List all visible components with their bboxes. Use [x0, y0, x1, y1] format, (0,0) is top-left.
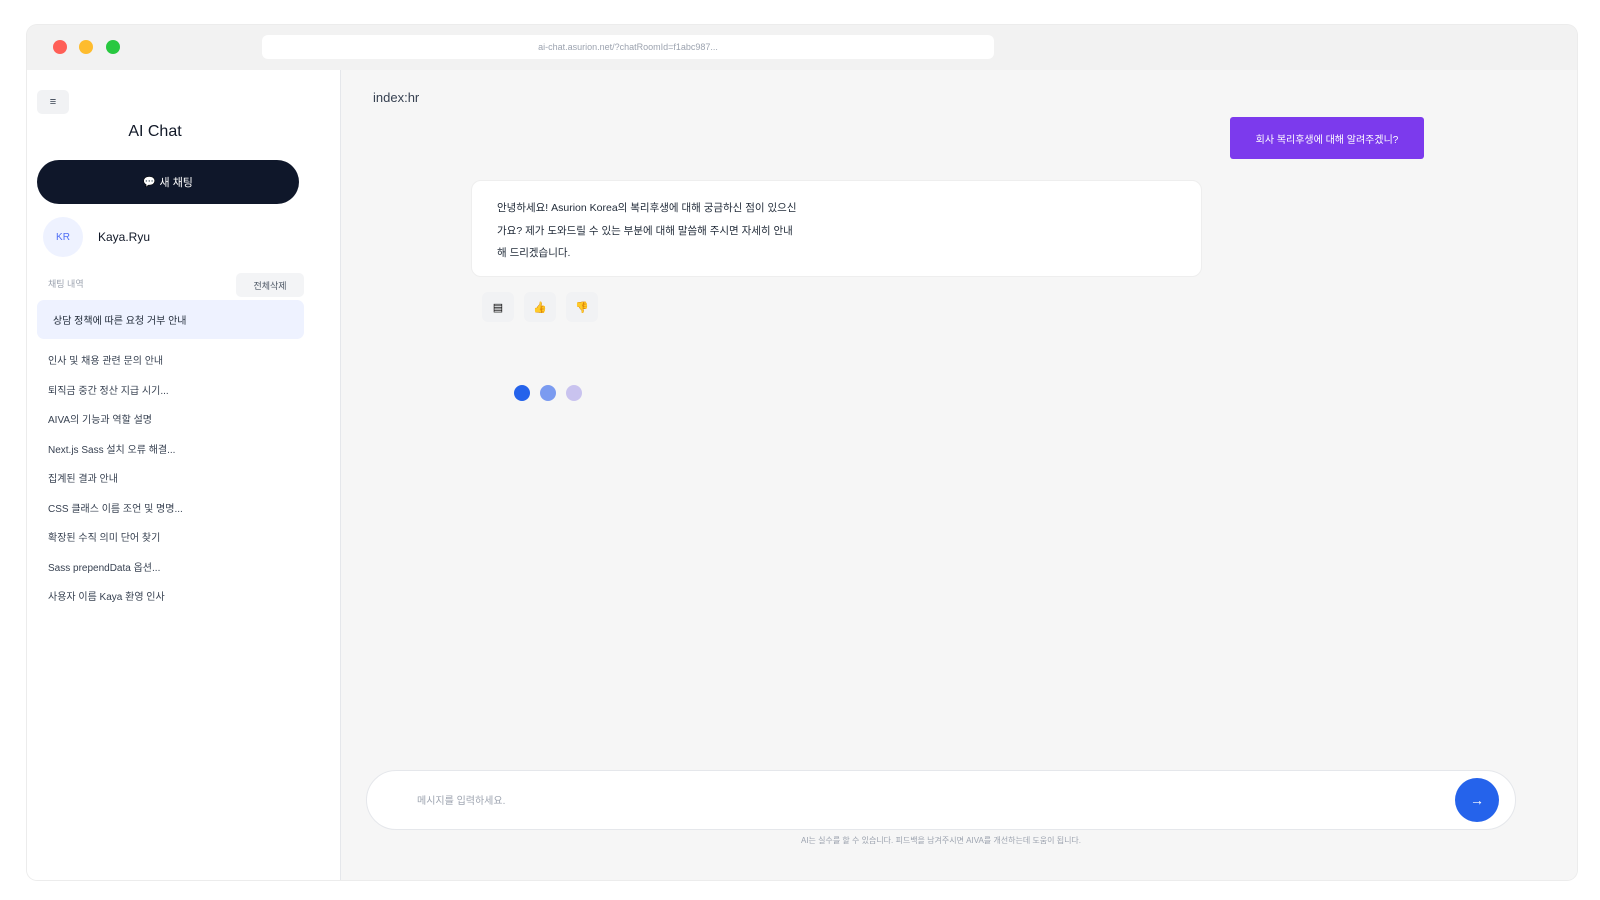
copy-icon: ▤ [492, 301, 504, 314]
history-item[interactable]: CSS 클래스 이름 조언 및 명명... [48, 493, 308, 523]
user-name: Kaya.Ryu [98, 230, 151, 244]
address-bar[interactable]: ai-chat.asurion.net/?chatRoomId=f1abc987… [262, 35, 994, 59]
new-chat-label: 새 채팅 [159, 177, 193, 189]
thumbs-down-icon: 👎 [575, 301, 589, 314]
message-actions: ▤ 👍 👎 [482, 292, 598, 322]
history-item[interactable]: 집계된 결과 안내 [48, 463, 308, 493]
message-input[interactable] [417, 789, 1437, 813]
history-item[interactable]: 인사 및 채용 관련 문의 안내 [48, 345, 308, 375]
user-profile: KR Kaya.Ryu [43, 217, 150, 257]
chat-bubble-icon: 💬 [143, 176, 156, 188]
history-item[interactable]: 확장된 수직 의미 단어 찾기 [48, 522, 308, 552]
ai-message-text: 안녕하세요! Asurion Korea의 복리후생에 대해 궁금하신 점이 있… [497, 202, 797, 259]
hamburger-icon: ≡ [49, 96, 57, 108]
ai-message-bubble: 안녕하세요! Asurion Korea의 복리후생에 대해 궁금하신 점이 있… [471, 180, 1202, 277]
new-chat-button[interactable]: 💬 새 채팅 [37, 160, 299, 204]
browser-window: ai-chat.asurion.net/?chatRoomId=f1abc987… [27, 25, 1577, 880]
dislike-button[interactable]: 👎 [566, 292, 598, 322]
typing-dot-icon [566, 385, 582, 401]
typing-dot-icon [540, 385, 556, 401]
maximize-window-icon[interactable] [106, 40, 120, 54]
like-button[interactable]: 👍 [524, 292, 556, 322]
avatar: KR [43, 217, 83, 257]
sidebar: ≡ AI Chat 💬 새 채팅 KR Kaya.Ryu 채팅 내역 전체삭제 … [27, 70, 341, 880]
history-item[interactable]: 사용자 이름 Kaya 환영 인사 [48, 581, 308, 611]
minimize-window-icon[interactable] [79, 40, 93, 54]
message-composer: → [366, 770, 1516, 830]
browser-titlebar: ai-chat.asurion.net/?chatRoomId=f1abc987… [27, 25, 1577, 70]
history-item[interactable]: 퇴직금 중간 정산 지급 시기... [48, 375, 308, 405]
thumbs-up-icon: 👍 [533, 301, 547, 314]
history-item-active[interactable]: 상담 정책에 따른 요청 거부 안내 [37, 300, 304, 339]
user-message-bubble: 회사 복리후생에 대해 알려주겠니? [1230, 117, 1424, 159]
delete-all-button[interactable]: 전체삭제 [236, 273, 304, 297]
history-item[interactable]: Next.js Sass 설치 오류 해결... [48, 434, 308, 464]
context-label: index:hr [373, 90, 420, 105]
arrow-right-icon: → [1470, 792, 1484, 808]
close-window-icon[interactable] [53, 40, 67, 54]
history-item[interactable]: AIVA의 기능과 역할 설명 [48, 404, 308, 434]
typing-dot-icon [514, 385, 530, 401]
typing-indicator [514, 385, 582, 401]
disclaimer-text: AI는 실수를 할 수 있습니다. 피드백을 남겨주시면 AIVA를 개선하는데… [800, 836, 1082, 845]
chat-history-list: 인사 및 채용 관련 문의 안내 퇴직금 중간 정산 지급 시기... AIVA… [48, 345, 308, 611]
chat-main: index:hr 회사 복리후생에 대해 알려주겠니? 안녕하세요! Asuri… [342, 70, 1577, 880]
history-item[interactable]: Sass prependData 옵션... [48, 552, 308, 582]
send-button[interactable]: → [1455, 778, 1499, 822]
copy-button[interactable]: ▤ [482, 292, 514, 322]
app-title: AI Chat [128, 123, 182, 140]
menu-toggle-button[interactable]: ≡ [37, 90, 69, 114]
chat-history-heading: 채팅 내역 [48, 279, 84, 289]
